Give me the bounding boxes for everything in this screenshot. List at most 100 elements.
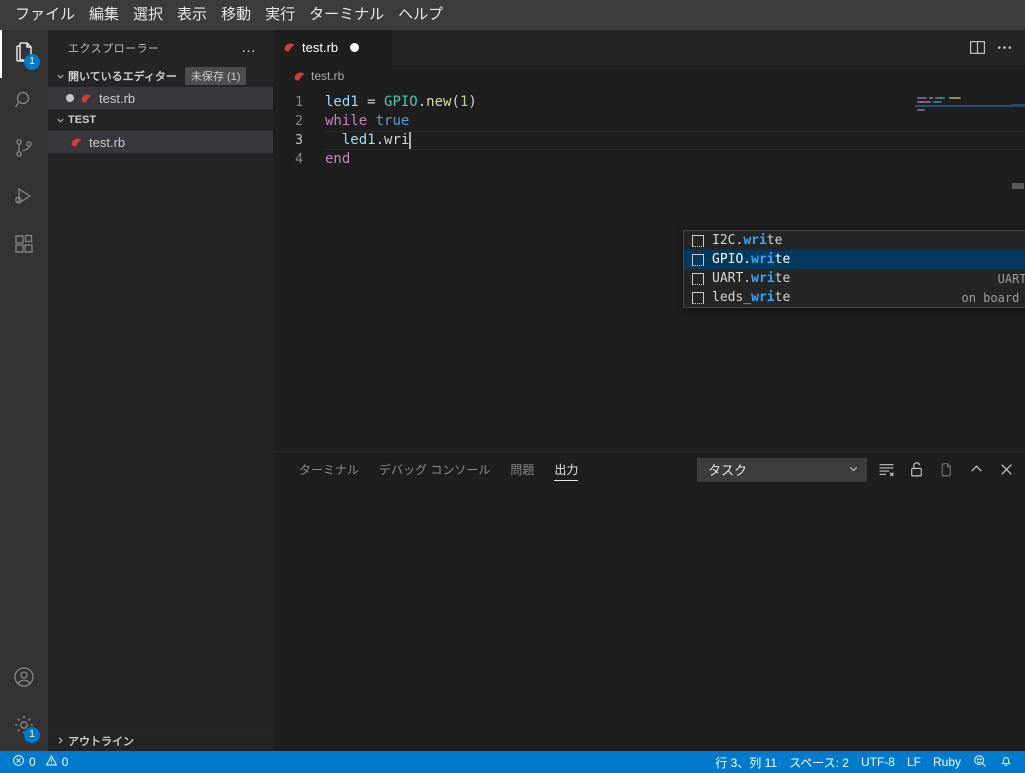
panel-tab-output[interactable]: 出力 [544, 452, 588, 487]
suggestion-item-i2c-write[interactable]: I2C.write I2C write [684, 231, 1025, 250]
more-actions-icon[interactable] [996, 39, 1013, 56]
suggestion-match: wri [751, 252, 775, 267]
panel-tab-terminal[interactable]: ターミナル [289, 452, 369, 487]
tabs-empty-space [393, 30, 957, 65]
close-panel-icon[interactable] [995, 459, 1017, 481]
chevron-down-icon [847, 462, 860, 478]
section-folder-test[interactable]: TEST [48, 109, 273, 131]
chevron-right-icon [52, 733, 68, 749]
split-editor-icon[interactable] [969, 39, 986, 56]
menu-edit[interactable]: 編集 [82, 3, 126, 27]
open-in-editor-icon[interactable] [935, 459, 957, 481]
status-eol[interactable]: LF [901, 751, 927, 773]
status-indentation[interactable]: スペース: 2 [783, 751, 855, 773]
code-line-1: 1 led1 = GPIO . new ( 1 ) [273, 93, 1025, 112]
code-token: . [417, 94, 427, 110]
activity-item-accounts[interactable] [0, 655, 48, 703]
output-content[interactable] [273, 487, 1025, 751]
breadcrumb[interactable]: test.rb [273, 65, 1025, 87]
tab-test-rb[interactable]: test.rb [273, 30, 393, 65]
code-token: end [325, 151, 351, 167]
maximize-panel-icon[interactable] [965, 459, 987, 481]
suggestion-label: leds_write [712, 290, 790, 305]
activity-item-extensions[interactable] [0, 222, 48, 270]
open-editor-item-test-rb[interactable]: test.rb [48, 87, 273, 109]
sidebar: エクスプローラー … 開いているエディター 未保存 (1) test.rb TE… [48, 30, 273, 751]
symbol-text-icon [692, 253, 704, 266]
file-label: test.rb [89, 134, 126, 150]
section-outline[interactable]: アウトライン [48, 729, 273, 751]
warning-icon [45, 754, 58, 770]
menu-go[interactable]: 移動 [214, 3, 258, 27]
file-item-test-rb[interactable]: test.rb [48, 131, 273, 153]
editor-area: test.rb test.rb 1 led1 = GPIO . new (1 … [273, 30, 1025, 751]
suggestion-match: wri [743, 233, 767, 248]
extensions-icon [12, 232, 36, 261]
feedback-smiley-icon [973, 754, 987, 771]
suggestion-prefix: UART. [712, 271, 752, 286]
code-token: led1 [341, 132, 376, 148]
line-content: end [325, 150, 1025, 169]
unsaved-badge: 未保存 (1) [184, 67, 247, 85]
activity-bar-bottom: 1 [0, 655, 48, 751]
tab-label: test.rb [302, 40, 339, 55]
menu-view[interactable]: 表示 [170, 3, 214, 27]
suggestion-label: GPIO.write [712, 252, 790, 267]
dirty-dot-icon [66, 94, 74, 102]
suggestion-detail: GPIO write [1018, 253, 1025, 267]
line-content: led1 = GPIO . new ( 1 ) [325, 93, 1025, 112]
menu-file[interactable]: ファイル [8, 3, 82, 27]
code-line-2: 2 while true [273, 112, 1025, 131]
tab-dirty-indicator-icon[interactable] [350, 43, 360, 52]
activity-item-run-debug[interactable] [0, 174, 48, 222]
output-channel-select[interactable]: タスク [697, 457, 867, 482]
panel-tab-problems[interactable]: 問題 [500, 452, 544, 487]
ruby-file-icon [80, 92, 93, 105]
menu-run[interactable]: 実行 [258, 3, 302, 27]
activity-item-search[interactable] [0, 78, 48, 126]
menu-selection[interactable]: 選択 [126, 3, 170, 27]
vscode-window: ファイル 編集 選択 表示 移動 実行 ターミナル ヘルプ 1 1 エクスプロー… [0, 0, 1025, 773]
activity-bar: 1 1 [0, 30, 48, 751]
suggestion-item-gpio-write[interactable]: GPIO.write GPIO write [684, 250, 1025, 269]
menu-help[interactable]: ヘルプ [391, 3, 450, 27]
activity-item-explorer[interactable]: 1 [0, 30, 48, 78]
status-encoding[interactable]: UTF-8 [855, 751, 901, 773]
chevron-down-icon [52, 68, 68, 84]
menu-terminal[interactable]: ターミナル [302, 3, 391, 27]
panel-header: ターミナル デバッグ コンソール 問題 出力 タスク [273, 452, 1025, 487]
activity-item-manage[interactable]: 1 [0, 703, 48, 751]
activity-item-source-control[interactable] [0, 126, 48, 174]
suggestion-suffix: te [766, 233, 783, 248]
scrollbar-thumb[interactable] [1012, 183, 1024, 189]
sidebar-more-actions-icon[interactable]: … [241, 39, 265, 56]
status-cursor-position[interactable]: 行 3、列 11 [709, 751, 783, 773]
panel-tab-debug-console[interactable]: デバッグ コンソール [369, 452, 500, 487]
unlock-scroll-icon[interactable] [905, 459, 927, 481]
status-problems[interactable]: 0 0 [6, 751, 74, 773]
ruby-file-icon [293, 70, 306, 83]
code-line-4: 4 end [273, 150, 1025, 169]
menu-bar: ファイル 編集 選択 表示 移動 実行 ターミナル ヘルプ [0, 0, 1025, 30]
error-icon [12, 754, 25, 770]
symbol-text-icon [692, 234, 704, 247]
sidebar-header: エクスプローラー … [48, 30, 273, 65]
line-number: 1 [295, 95, 303, 110]
explorer-view: 開いているエディター 未保存 (1) test.rb TEST test.rb … [48, 65, 273, 751]
status-notifications[interactable] [993, 751, 1019, 773]
clear-output-icon[interactable] [875, 459, 897, 481]
error-count: 0 [29, 755, 36, 769]
suggestion-item-leds-write[interactable]: leds_write on board leds output [684, 288, 1025, 307]
section-open-editors[interactable]: 開いているエディター 未保存 (1) [48, 65, 273, 87]
editor-actions [957, 30, 1025, 65]
suggestion-match: wri [751, 271, 775, 286]
suggestion-popup[interactable]: I2C.write I2C write GPIO.write GPIO writ… [683, 230, 1025, 308]
status-language-mode[interactable]: Ruby [927, 751, 967, 773]
suggestion-prefix: GPIO. [712, 252, 752, 267]
sidebar-title: エクスプローラー [68, 42, 160, 55]
suggestion-item-uart-write[interactable]: UART.write UART write data [684, 269, 1025, 288]
code-editor[interactable]: 1 led1 = GPIO . new ( 1 ) 2 while true 3… [273, 87, 1025, 451]
status-feedback[interactable] [967, 751, 993, 773]
suggestion-detail: on board leds output [961, 290, 1025, 305]
chevron-down-icon [52, 112, 68, 128]
